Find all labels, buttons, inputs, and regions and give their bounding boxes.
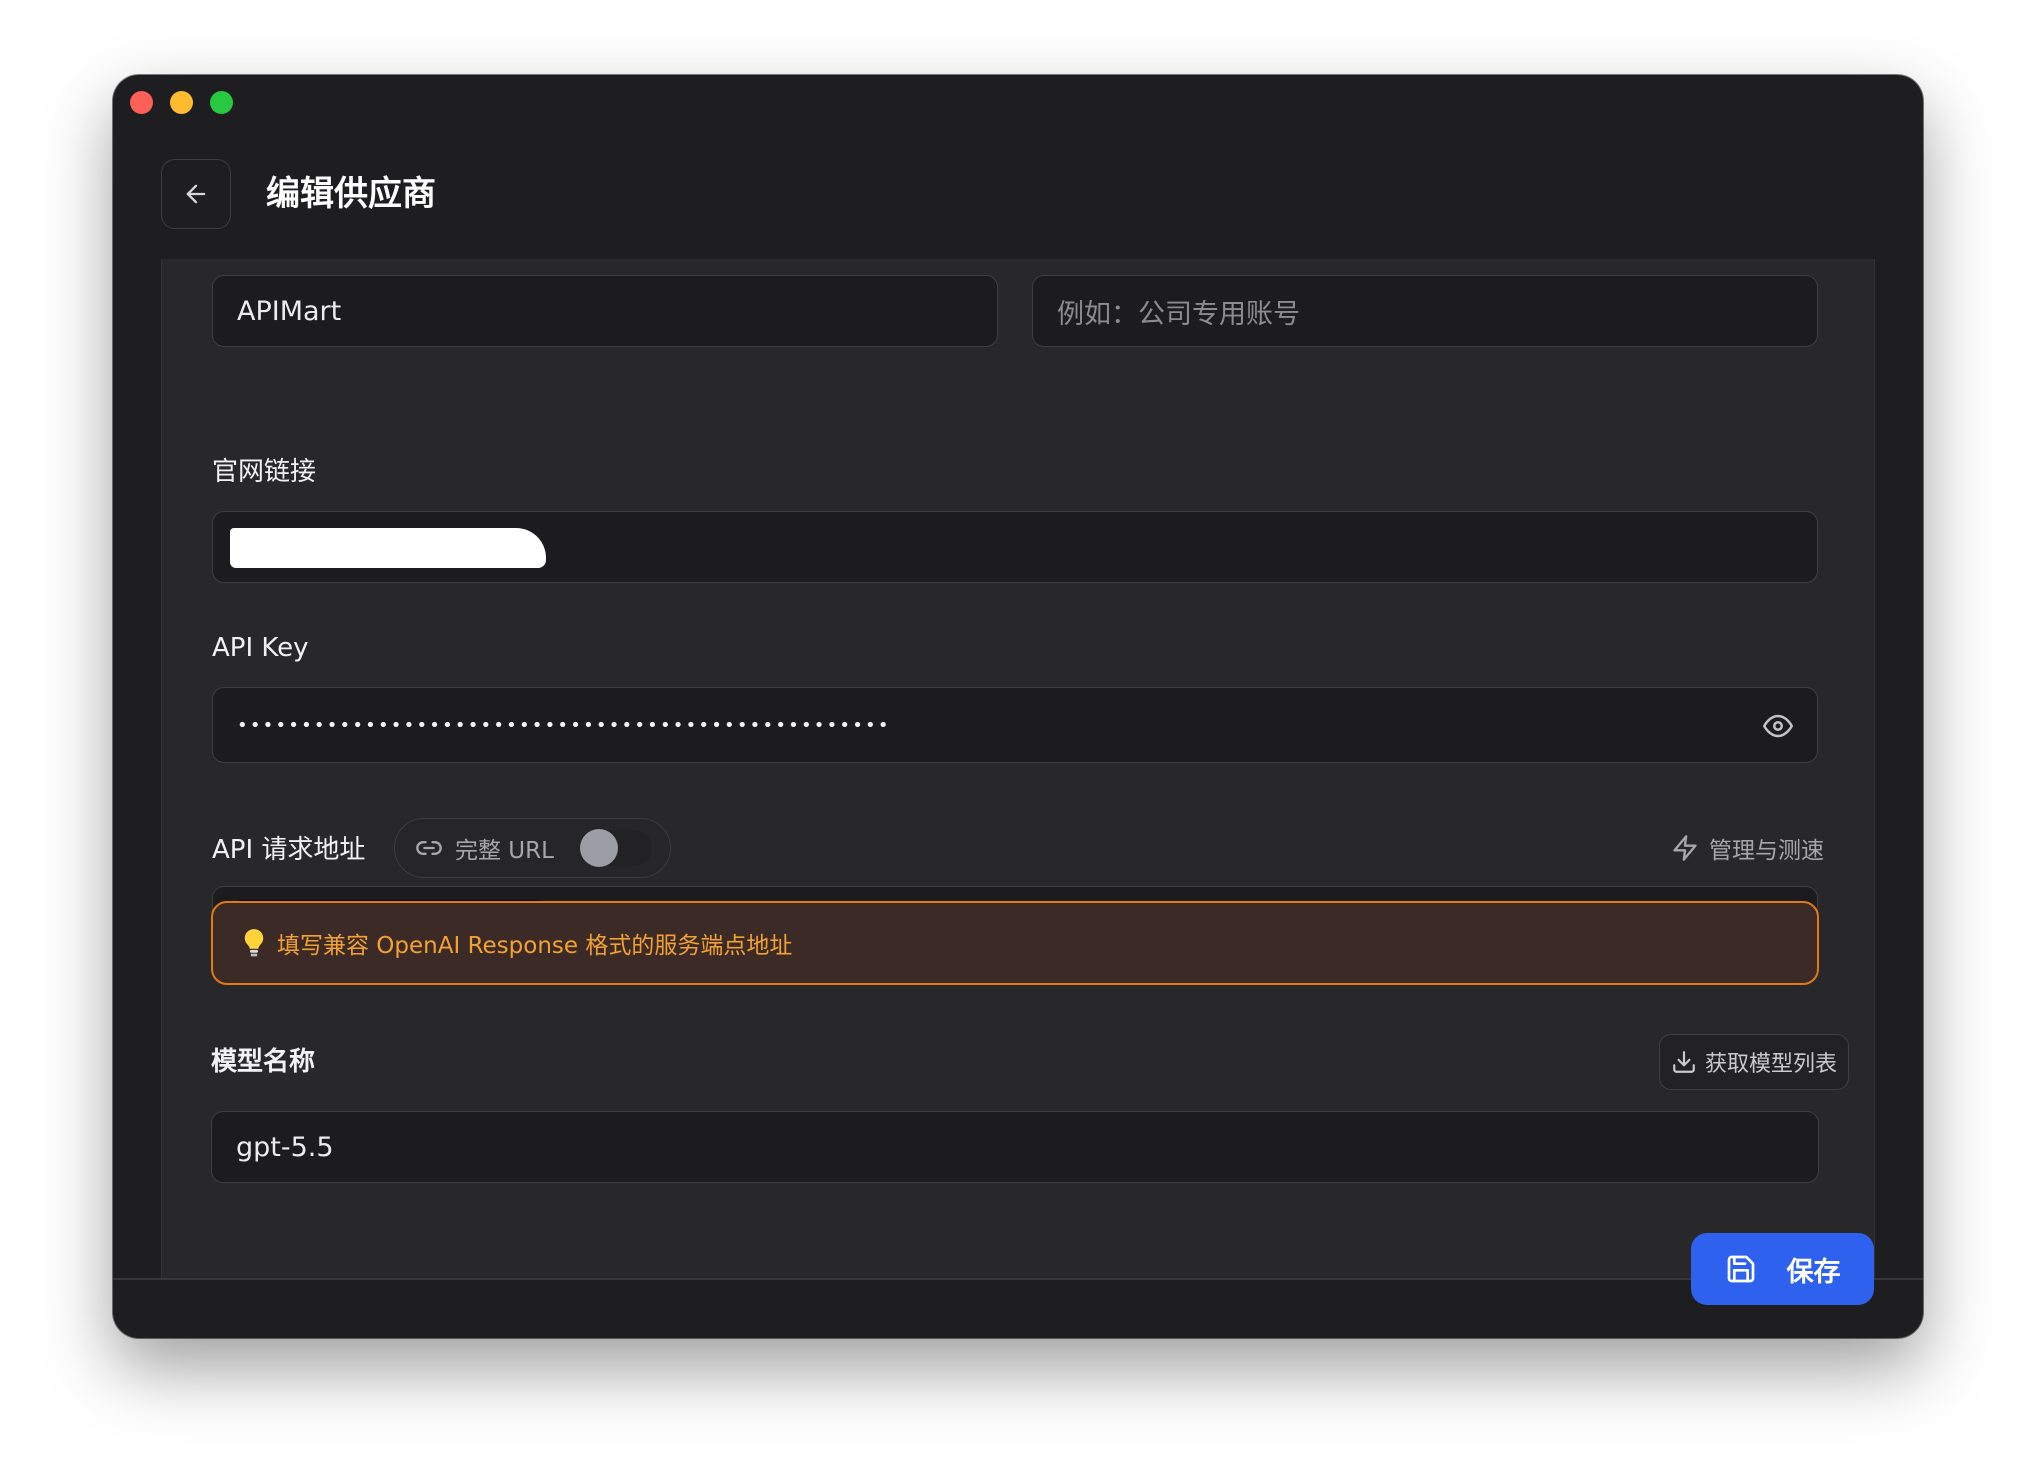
- website-input[interactable]: [212, 511, 1818, 583]
- manage-speedtest-label: 管理与测速: [1709, 838, 1824, 864]
- maximize-window-button[interactable]: [210, 91, 233, 114]
- arrow-left-icon: [186, 184, 206, 204]
- lightning-icon: [1673, 835, 1697, 861]
- model-name-value: gpt-5.5: [236, 1131, 334, 1163]
- link-icon: [416, 841, 442, 855]
- app-window: 编辑供应商 APIMart 例如：公司专用账号 官网链接 API Key •••…: [113, 75, 1923, 1338]
- remark-input[interactable]: 例如：公司专用账号: [1032, 275, 1818, 347]
- lightbulb-icon: [244, 929, 264, 957]
- save-label: 保存: [1786, 1256, 1841, 1288]
- api-key-masked-value: ••••••••••••••••••••••••••••••••••••••••…: [237, 714, 891, 736]
- model-name-input[interactable]: gpt-5.5: [211, 1111, 1819, 1183]
- full-url-toggle-group: 完整 URL: [394, 818, 671, 878]
- save-icon: [1727, 1255, 1754, 1283]
- manage-speedtest-button[interactable]: 管理与测速: [1671, 831, 1824, 865]
- endpoint-hint-text: 填写兼容 OpenAI Response 格式的服务端点地址: [277, 933, 793, 959]
- full-url-label: 完整 URL: [455, 838, 554, 864]
- endpoint-hint-banner: 填写兼容 OpenAI Response 格式的服务端点地址: [211, 901, 1819, 985]
- save-button[interactable]: 保存: [1691, 1233, 1874, 1305]
- download-icon: [1673, 1051, 1695, 1073]
- full-url-toggle[interactable]: [580, 829, 652, 867]
- footer-divider: [113, 1278, 1923, 1280]
- website-label: 官网链接: [212, 457, 317, 487]
- eye-icon[interactable]: [1763, 711, 1793, 741]
- fetch-models-button[interactable]: 获取模型列表: [1659, 1034, 1849, 1090]
- fetch-models-label: 获取模型列表: [1704, 1052, 1837, 1077]
- toggle-knob: [580, 829, 618, 867]
- close-window-button[interactable]: [130, 91, 153, 114]
- remark-placeholder: 例如：公司专用账号: [1057, 298, 1300, 330]
- redacted-website: [230, 528, 546, 568]
- api-key-label: API Key: [212, 633, 309, 663]
- api-key-input[interactable]: ••••••••••••••••••••••••••••••••••••••••…: [212, 687, 1818, 763]
- minimize-window-button[interactable]: [170, 91, 193, 114]
- model-name-label: 模型名称: [211, 1047, 316, 1077]
- back-button[interactable]: [161, 159, 231, 229]
- provider-name-value: APIMart: [237, 295, 342, 327]
- provider-name-input[interactable]: APIMart: [212, 275, 998, 347]
- window-controls: [130, 91, 233, 114]
- api-url-label: API 请求地址: [212, 835, 366, 865]
- page-title: 编辑供应商: [266, 174, 436, 214]
